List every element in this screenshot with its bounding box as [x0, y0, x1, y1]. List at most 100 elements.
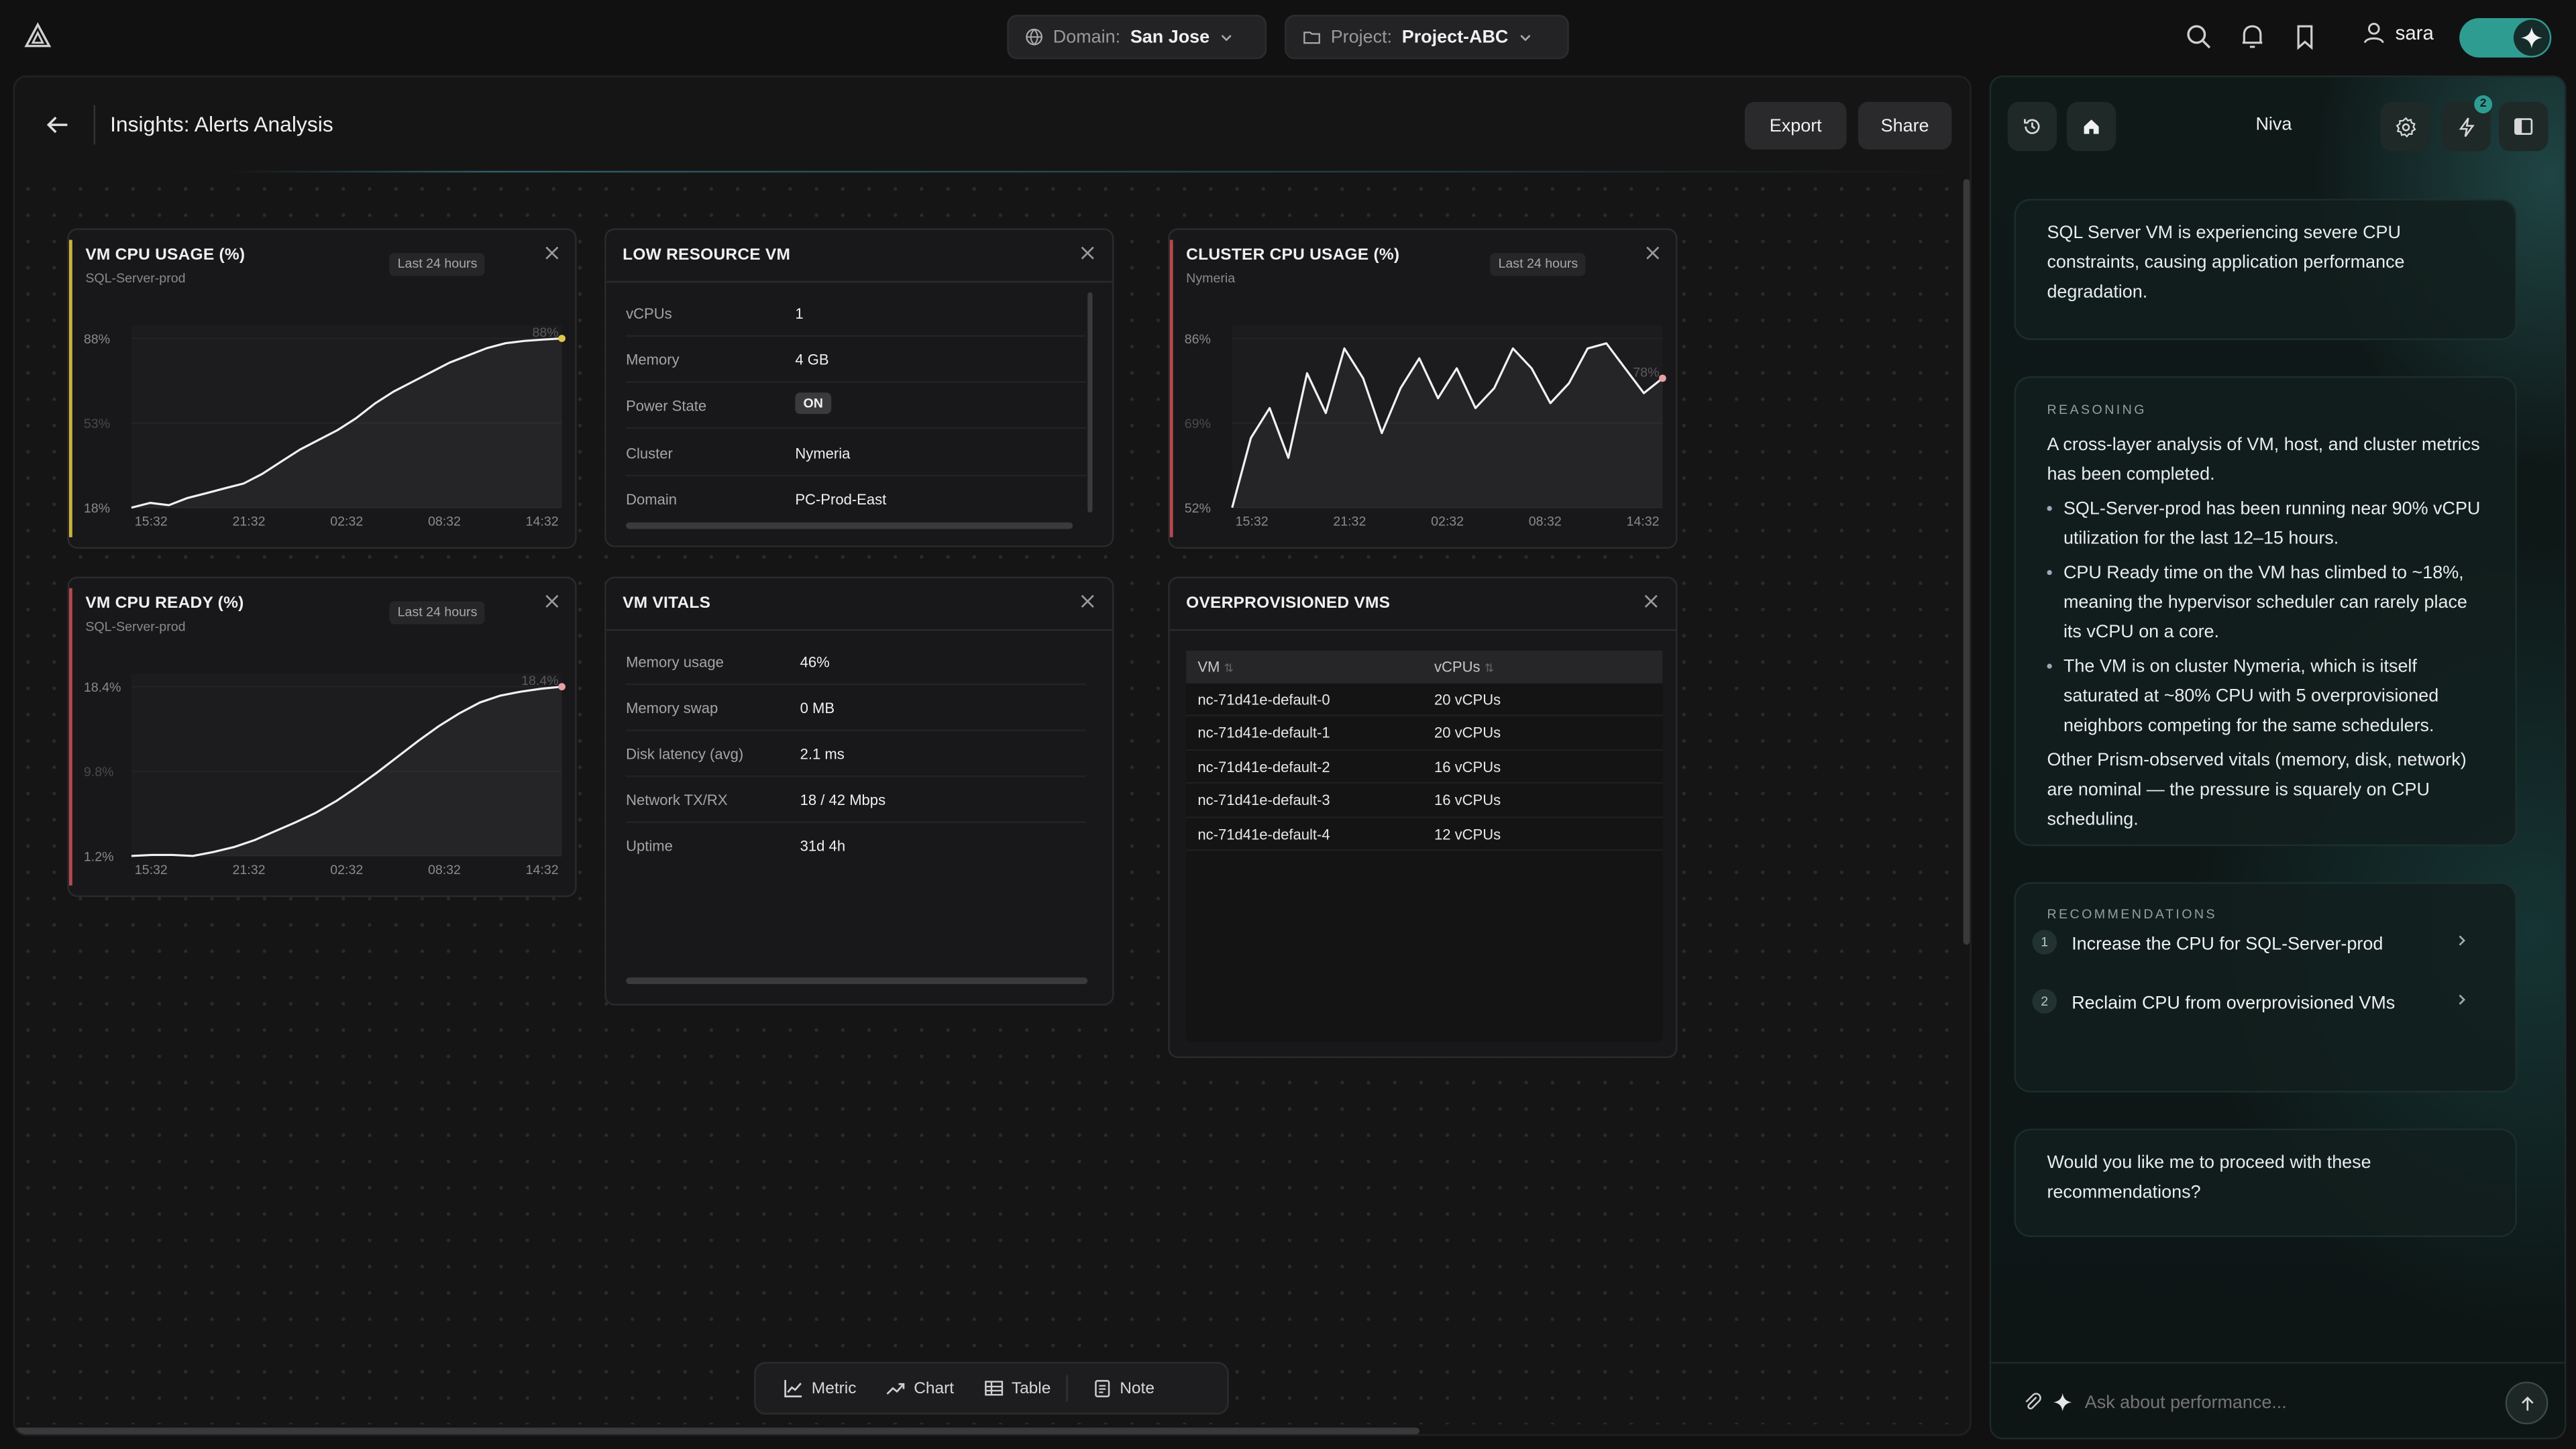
back-arrow-icon[interactable] [44, 112, 70, 138]
header-divider [606, 629, 1112, 631]
recommendation-text: Increase the CPU for SQL-Server-prod [2072, 934, 2383, 955]
globe-icon [1026, 28, 1042, 46]
project-selector[interactable]: Project: Project-ABC [1285, 15, 1569, 60]
reasoning-bullet: The VM is on cluster Nymeria, which is i… [2047, 652, 2483, 741]
y-tick-label: 18% [84, 501, 110, 516]
y-tick-label: 1.2% [84, 849, 114, 864]
widget-low-resource-vm[interactable]: LOW RESOURCE VM vCPUs 1 Memory 4 GB Power … [604, 228, 1114, 547]
widget-vm-vitals[interactable]: VM VITALS Memory usage 46% Memory swap 0 M… [604, 576, 1114, 1006]
home-button[interactable] [2066, 101, 2116, 152]
recommendation-item[interactable]: 1 Increase the CPU for SQL-Server-prod [2032, 930, 2499, 959]
sort-icon: ⇅ [1224, 663, 1234, 676]
widget-horizontal-scrollbar[interactable] [626, 522, 1073, 529]
detail-row: Memory 4 GB [626, 337, 1086, 383]
top-bar: Domain: San Jose Project: Project-ABC sa… [0, 0, 2576, 76]
project-value: Project-ABC [1401, 27, 1509, 47]
widget-title: LOW RESOURCE VM [623, 246, 791, 265]
chat-input[interactable] [2084, 1386, 2479, 1419]
search-icon[interactable] [2184, 21, 2213, 51]
chat-input-bar [1991, 1362, 2565, 1438]
widget-title: VM VITALS [623, 594, 711, 613]
table-row[interactable]: nc-71d41e-default-1 20 vCPUs [1186, 717, 1663, 751]
detail-row: vCPUs 1 [626, 290, 1086, 337]
table-header: VM ⇅ vCPUs ⇅ [1186, 650, 1663, 684]
chevron-down-icon [1222, 34, 1232, 42]
x-tick-label: 14:32 [1626, 515, 1659, 529]
question-message: Would you like me to proceed with these … [2014, 1128, 2517, 1238]
user-name: sara [2395, 21, 2434, 45]
y-tick-label: 52% [1185, 501, 1211, 516]
table-row[interactable]: nc-71d41e-default-3 16 vCPUs [1186, 784, 1663, 818]
x-tick-label: 15:32 [135, 515, 168, 529]
recommendation-item[interactable]: 2 Reclaim CPU from overprovisioned VMs [2032, 989, 2499, 1018]
widget-vm-cpu-ready[interactable]: VM CPU READY (%) SQL-Server-prod Last 24… [67, 576, 577, 898]
header-accent-line [228, 170, 1970, 173]
last-point-marker [558, 335, 566, 342]
domain-selector[interactable]: Domain: San Jose [1007, 15, 1267, 60]
logo-icon[interactable] [23, 21, 52, 51]
recommendation-number: 1 [2032, 930, 2057, 955]
y-tick-label: 86% [1185, 332, 1211, 347]
sparkle-icon[interactable] [2052, 1391, 2074, 1413]
vital-row: Uptime 31d 4h [626, 837, 846, 855]
send-button[interactable] [2505, 1381, 2548, 1425]
summary-text: SQL Server VM is experiencing severe CPU… [2047, 223, 2405, 303]
vital-row: Memory swap 0 MB [626, 685, 1086, 731]
export-button[interactable]: Export [1744, 101, 1847, 150]
add-chart-button[interactable]: Chart [871, 1364, 969, 1413]
note-icon [1094, 1380, 1110, 1397]
sidebar-toggle-button[interactable] [2498, 101, 2548, 152]
widget-vm-cpu-usage[interactable]: VM CPU USAGE (%) SQL-Server-prod Last 24… [67, 228, 577, 549]
widget-overprovisioned-vms[interactable]: OVERPROVISIONED VMS VM ⇅ vCPUs ⇅ nc-71d4… [1168, 576, 1678, 1059]
add-metric-button[interactable]: Metric [756, 1364, 871, 1413]
user-menu[interactable]: sara [2363, 21, 2434, 44]
header-divider [1169, 629, 1676, 631]
col-vcpus-header[interactable]: vCPUs ⇅ [1434, 659, 1494, 675]
close-icon[interactable] [1079, 593, 1095, 609]
assistant-panel: Niva SQL Server VM is experiencing sever… [1989, 75, 2567, 1440]
close-icon[interactable] [1079, 245, 1095, 261]
x-tick-label: 08:32 [1529, 515, 1562, 529]
close-icon[interactable] [1643, 593, 1659, 609]
vertical-scrollbar[interactable] [1963, 178, 1970, 945]
assistant-toggle[interactable] [2459, 17, 2552, 58]
share-button[interactable]: Share [1858, 101, 1952, 150]
table-row[interactable]: nc-71d41e-default-0 20 vCPUs [1186, 684, 1663, 717]
recommendations-label: RECOMMENDATIONS [2047, 906, 2218, 922]
vm-table: VM ⇅ vCPUs ⇅ nc-71d41e-default-0 20 vCPUs… [1186, 650, 1663, 1042]
add-table-button[interactable]: Table [969, 1364, 1065, 1413]
table-label: Table [1011, 1379, 1051, 1397]
history-button[interactable] [2007, 101, 2057, 152]
end-value-label: 88% [532, 325, 558, 340]
horizontal-scrollbar[interactable] [15, 1428, 1419, 1434]
reasoning-outro: Other Prism-observed vitals (memory, dis… [2047, 751, 2467, 830]
folder-icon [1303, 32, 1320, 44]
x-tick-label: 21:32 [233, 863, 266, 877]
end-value-label: 78% [1633, 365, 1659, 380]
notification-badge: 2 [2474, 95, 2493, 113]
widget-horizontal-scrollbar[interactable] [626, 977, 1088, 984]
add-note-button[interactable]: Note [1067, 1364, 1169, 1413]
sparkle-icon [2520, 27, 2542, 49]
bookmark-icon[interactable] [2290, 21, 2320, 51]
widget-vertical-scrollbar[interactable] [1087, 292, 1093, 513]
bell-icon[interactable] [2238, 21, 2267, 51]
chevron-down-icon [1520, 34, 1531, 42]
power-state-badge: ON [795, 392, 832, 415]
x-tick-label: 02:32 [330, 515, 363, 529]
paperclip-icon[interactable] [2023, 1391, 2042, 1411]
line-chart: 88% 53% 18% 15:32 21:32 02:32 08:32 14:32 88% [84, 325, 566, 529]
history-icon [2024, 119, 2040, 134]
table-row[interactable]: nc-71d41e-default-2 16 vCPUs [1186, 751, 1663, 784]
vital-row: Network TX/RX 18 / 42 Mbps [626, 777, 1086, 823]
settings-button[interactable] [2380, 101, 2430, 152]
reasoning-label: REASONING [2047, 402, 2147, 418]
widget-cluster-cpu-usage[interactable]: CLUSTER CPU USAGE (%) Nymeria Last 24 ho… [1168, 228, 1678, 549]
table-row[interactable]: nc-71d41e-default-4 12 vCPUs [1186, 818, 1663, 851]
sidebar-icon [2514, 118, 2533, 135]
gear-icon [2395, 116, 2416, 137]
x-tick-label: 08:32 [428, 863, 461, 877]
col-vm-header[interactable]: VM ⇅ [1197, 659, 1234, 675]
last-point-marker [1659, 374, 1666, 382]
header-divider [606, 280, 1112, 283]
